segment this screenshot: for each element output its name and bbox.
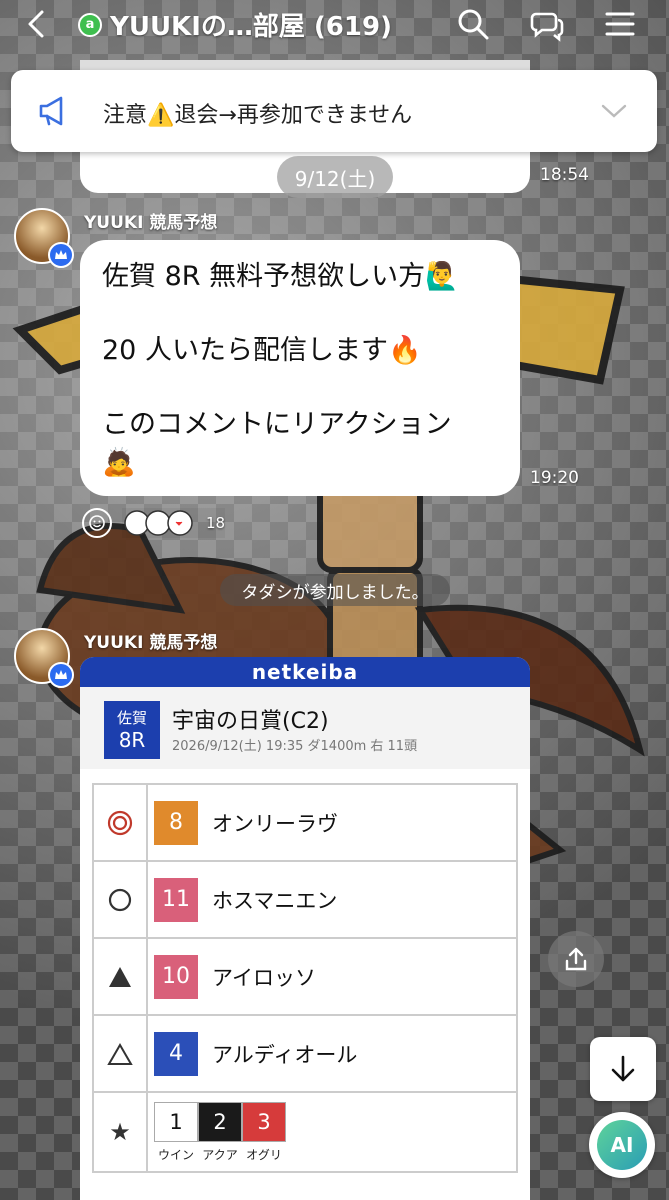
avatar[interactable]	[14, 628, 74, 688]
arrow-down-icon	[611, 1055, 635, 1082]
megaphone-icon	[39, 96, 63, 126]
avatar[interactable]	[14, 208, 74, 268]
horse-name: オンリーラヴ	[212, 811, 338, 836]
crown-icon	[48, 662, 74, 688]
chat-room-icon: a	[78, 12, 102, 37]
message-time: 18:54	[540, 165, 589, 185]
horse-number: 4	[154, 1031, 198, 1076]
reaction-count: 18	[206, 514, 226, 532]
picks-table: 8 オンリーラヴ 11 ホスマニエン 10 アイロッソ 4 アルディオール ★ …	[92, 783, 518, 1173]
sender-name: YUUKI 競馬予想	[84, 633, 218, 653]
pick-mark	[94, 1016, 148, 1091]
pick-mark	[94, 939, 148, 1014]
date-separator: 9/12(土)	[277, 156, 393, 198]
pick-row: ★ 1 2 3 ウイン アクア オグリ	[94, 1093, 516, 1171]
ticket-label: オグリ	[246, 1147, 282, 1162]
sender-name: YUUKI 競馬予想	[84, 213, 218, 233]
card-brand: netkeiba	[80, 657, 530, 687]
pick-row: 11 ホスマニエン	[94, 862, 516, 939]
reaction-bar: 18	[82, 508, 226, 538]
reaction-stickers-icon	[124, 510, 193, 536]
horse-name: アイロッソ	[212, 965, 316, 990]
search-icon[interactable]	[455, 6, 491, 42]
announcement-text: 注意⚠️退会→再参加できません	[103, 103, 413, 128]
circle-icon	[108, 888, 132, 911]
race-venue: 佐賀	[116, 709, 147, 727]
share-icon	[565, 947, 587, 971]
scroll-to-bottom-button[interactable]	[590, 1037, 656, 1101]
ticket-box: 1	[154, 1101, 198, 1142]
pick-mark	[94, 862, 148, 937]
chat-header: a YUUKIの…部屋 (619)	[0, 0, 669, 48]
ticket-box: 2	[198, 1101, 242, 1142]
horse-number: 11	[154, 877, 198, 922]
double-circle-icon	[107, 810, 133, 835]
race-title: 宇宙の日賞(C2)	[172, 709, 329, 734]
filled-triangle-icon	[109, 966, 131, 987]
share-button[interactable]	[548, 931, 604, 987]
ticket-label: ウイン	[157, 1147, 194, 1162]
message-line: 20 人いたら配信します🔥	[102, 335, 422, 366]
reaction-emojis[interactable]: 18	[122, 508, 226, 538]
pick-row: 4 アルディオール	[94, 1016, 516, 1093]
chat-title-group[interactable]: a YUUKIの…部屋 (619)	[78, 6, 392, 43]
pick-mark	[94, 785, 148, 860]
race-meta: 2026/9/12(土) 19:35 ダ1400m 右 11頭	[172, 739, 418, 754]
message-time: 19:20	[530, 468, 579, 488]
horse-name: アルディオール	[212, 1042, 358, 1067]
horse-number: 10	[154, 954, 198, 999]
add-reaction-button[interactable]	[82, 508, 112, 538]
outline-triangle-icon	[107, 1042, 133, 1065]
race-number: 8R	[118, 728, 146, 752]
message-bubble[interactable]: 佐賀 8R 無料予想欲しい方🙋‍♂️ 20 人いたら配信します🔥 このコメントに…	[80, 240, 520, 496]
menu-icon[interactable]	[602, 6, 638, 42]
back-arrow-icon[interactable]	[22, 8, 54, 40]
system-message: タダシが参加しました。	[220, 574, 450, 606]
message-line: 🙇	[102, 447, 136, 478]
pick-row: 10 アイロッソ	[94, 939, 516, 1016]
message-line: このコメントにリアクション	[102, 409, 452, 440]
ticket-label: アクア	[202, 1147, 238, 1162]
announcement-banner[interactable]: 注意⚠️退会→再参加できません	[11, 70, 657, 152]
pick-row: 8 オンリーラヴ	[94, 785, 516, 862]
chat-title: YUUKIの…部屋 (619)	[110, 12, 392, 42]
ticket-box: 3	[242, 1101, 286, 1142]
horse-number: 8	[154, 800, 198, 845]
prediction-image-card[interactable]: netkeiba 佐賀 8R 宇宙の日賞(C2) 2026/9/12(土) 19…	[80, 657, 530, 1200]
star-icon: ★	[94, 1093, 148, 1171]
race-info: 佐賀 8R 宇宙の日賞(C2) 2026/9/12(土) 19:35 ダ1400…	[80, 687, 530, 769]
ai-label: AI	[597, 1120, 647, 1170]
race-badge: 佐賀 8R	[104, 701, 160, 759]
message-line: 佐賀 8R 無料予想欲しい方🙋‍♂️	[102, 261, 459, 292]
chat-bubbles-icon[interactable]	[530, 6, 566, 42]
ticket-boxes: 1 2 3 ウイン アクア オグリ	[154, 1101, 286, 1163]
horse-name: ホスマニエン	[212, 888, 338, 913]
chevron-down-icon[interactable]	[601, 102, 627, 120]
crown-icon	[48, 242, 74, 268]
smiley-icon	[89, 515, 105, 531]
ai-button[interactable]: AI	[589, 1112, 655, 1178]
